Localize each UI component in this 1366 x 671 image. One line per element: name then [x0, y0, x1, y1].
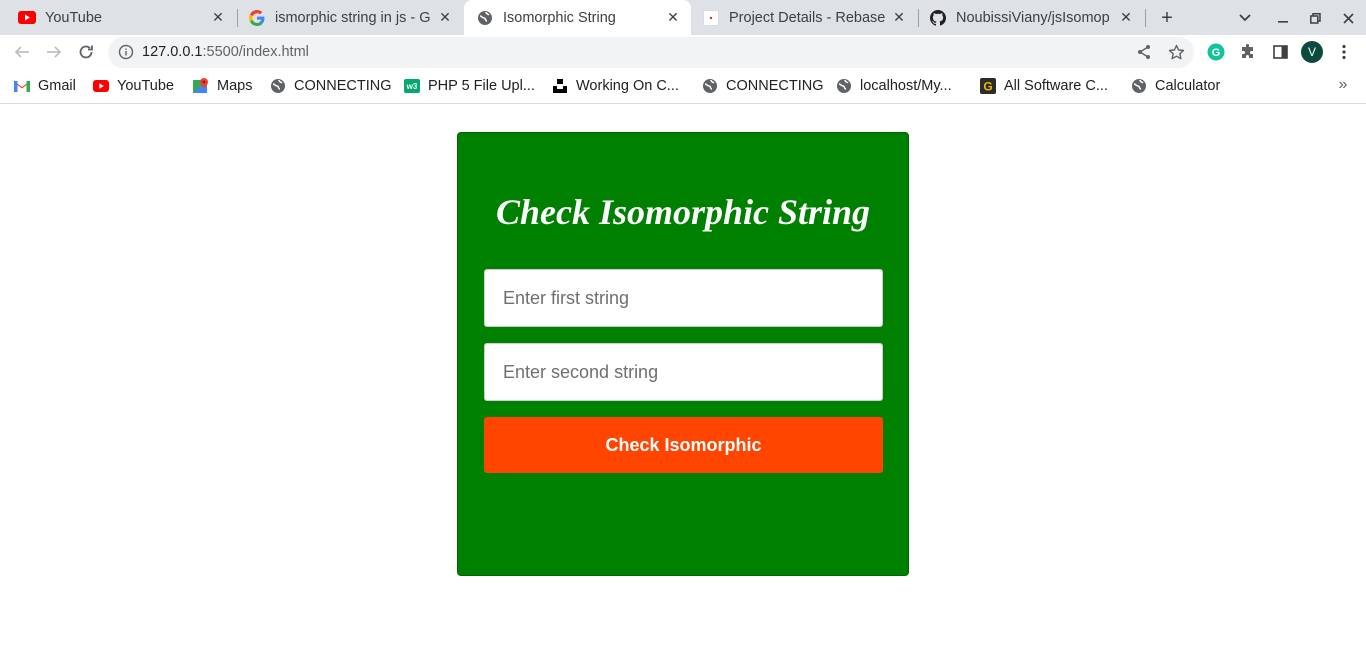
globe-icon	[270, 78, 286, 94]
bookmark-star-icon[interactable]	[1164, 40, 1188, 64]
site-info-icon[interactable]	[118, 44, 134, 60]
minimize-icon[interactable]	[1271, 6, 1295, 30]
close-window-icon[interactable]	[1336, 6, 1360, 30]
first-string-input[interactable]	[484, 269, 883, 327]
side-panel-icon[interactable]	[1268, 40, 1292, 64]
extensions-puzzle-icon[interactable]	[1236, 40, 1260, 64]
unsplash-icon	[552, 78, 568, 94]
bookmarks-bar: Gmail YouTube Maps CONNECTING w3 PHP 5 F…	[0, 70, 1366, 104]
tab-google-search[interactable]: ismorphic string in js - G ✕	[238, 0, 463, 35]
bookmark-label: Calculator	[1155, 78, 1221, 94]
w3schools-icon: w3	[404, 78, 420, 94]
rebase-icon	[702, 9, 720, 27]
tab-rebase[interactable]: Project Details - Rebase ✕	[692, 0, 917, 35]
forward-arrow-icon	[47, 46, 62, 58]
globe-icon	[476, 9, 494, 27]
globe-icon	[836, 78, 852, 94]
bookmark-gmail[interactable]: Gmail	[14, 76, 76, 96]
share-icon[interactable]	[1132, 40, 1156, 64]
bookmark-connecting[interactable]: CONNECTING	[270, 76, 391, 96]
bookmark-working-on[interactable]: Working On C...	[552, 76, 679, 96]
tab-search-chevron-icon[interactable]	[1233, 6, 1257, 30]
forward-button[interactable]	[41, 39, 67, 65]
globe-icon	[1131, 78, 1147, 94]
bookmark-maps[interactable]: Maps	[193, 76, 252, 96]
profile-initial: V	[1308, 45, 1316, 59]
close-icon[interactable]: ✕	[889, 8, 909, 28]
url-host: 127.0.0.1	[142, 44, 203, 60]
bookmark-label: Maps	[217, 78, 253, 94]
tab-divider	[1145, 9, 1146, 27]
second-string-input[interactable]	[484, 343, 883, 401]
reload-icon	[79, 45, 93, 59]
g-logo-icon: G	[980, 78, 996, 94]
gmail-icon	[14, 78, 30, 94]
bookmark-connecting-2[interactable]: CONNECTING	[702, 76, 823, 96]
google-icon	[248, 9, 266, 27]
back-arrow-icon	[14, 46, 29, 58]
close-icon[interactable]: ✕	[663, 8, 683, 28]
svg-text:G: G	[983, 80, 992, 94]
close-icon[interactable]: ✕	[435, 8, 455, 28]
bookmark-label: CONNECTING	[726, 78, 824, 94]
bookmark-youtube[interactable]: YouTube	[93, 76, 174, 96]
close-icon[interactable]: ✕	[1116, 8, 1136, 28]
tab-isomorphic-string[interactable]: Isomorphic String ✕	[464, 0, 691, 35]
tab-title: Isomorphic String	[503, 9, 616, 26]
check-isomorphic-button[interactable]: Check Isomorphic	[484, 417, 883, 473]
maps-icon	[193, 78, 209, 94]
tab-github[interactable]: NoubissiViany/jsIsomop ✕	[919, 0, 1144, 35]
tab-title: YouTube	[45, 9, 102, 26]
page-title: Check Isomorphic String	[495, 192, 871, 232]
svg-text:G: G	[1212, 47, 1221, 59]
bookmark-label: localhost/My...	[860, 78, 952, 94]
bookmark-php-upload[interactable]: w3 PHP 5 File Upl...	[404, 76, 535, 96]
url-path: :5500/index.html	[202, 44, 309, 60]
bookmark-label: YouTube	[117, 78, 174, 94]
tab-strip: YouTube ✕ ismorphic string in js - G ✕ I…	[0, 0, 1366, 35]
youtube-icon	[18, 9, 36, 27]
bookmark-label: CONNECTING	[294, 78, 392, 94]
restore-icon[interactable]	[1303, 6, 1327, 30]
tab-title: ismorphic string in js - G	[275, 9, 431, 26]
bookmarks-overflow-chevron-icon[interactable]: »	[1334, 74, 1352, 96]
bookmark-localhost[interactable]: localhost/My...	[836, 76, 952, 96]
bookmark-label: PHP 5 File Upl...	[428, 78, 535, 94]
close-icon[interactable]: ✕	[208, 8, 228, 28]
menu-kebab-icon[interactable]	[1332, 40, 1356, 64]
reload-button[interactable]	[73, 39, 99, 65]
url-text: 127.0.0.1:5500/index.html	[142, 44, 309, 60]
address-bar[interactable]: 127.0.0.1:5500/index.html	[108, 37, 1194, 68]
grammarly-icon[interactable]: G	[1204, 40, 1228, 64]
bookmark-label: All Software C...	[1004, 78, 1108, 94]
profile-avatar[interactable]: V	[1300, 40, 1324, 64]
bookmark-label: Gmail	[38, 78, 76, 94]
github-icon	[929, 9, 947, 27]
bookmark-all-software[interactable]: G All Software C...	[980, 76, 1108, 96]
svg-text:w3: w3	[406, 82, 418, 91]
bookmark-calculator[interactable]: Calculator	[1131, 76, 1220, 96]
back-button[interactable]	[9, 39, 35, 65]
tab-youtube[interactable]: YouTube ✕	[0, 0, 236, 35]
browser-toolbar: 127.0.0.1:5500/index.html G V	[0, 35, 1366, 70]
isomorphic-checker-card: Check Isomorphic String Check Isomorphic	[457, 132, 909, 576]
youtube-icon	[93, 78, 109, 94]
globe-icon	[702, 78, 718, 94]
bookmark-label: Working On C...	[576, 78, 679, 94]
tab-title: Project Details - Rebase	[729, 9, 886, 26]
new-tab-button[interactable]: +	[1155, 6, 1179, 30]
tab-title: NoubissiViany/jsIsomop	[956, 9, 1110, 26]
